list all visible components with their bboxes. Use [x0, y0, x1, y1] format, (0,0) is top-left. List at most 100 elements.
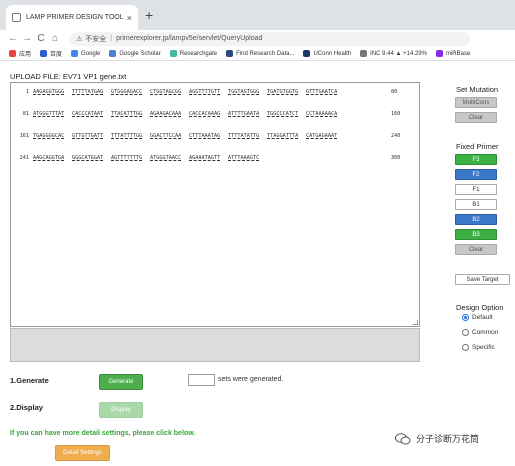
display-step-label: 2.Display: [10, 403, 43, 412]
sequence-block: TGAGGGGCAC: [33, 133, 65, 139]
bookmark-label: Find Research Data...: [236, 50, 295, 57]
generate-step-label: 1.Generate: [10, 376, 49, 385]
bookmark-item[interactable]: UConn Health: [303, 50, 351, 57]
sequence-block: GTTTGAATCA: [306, 89, 338, 95]
sequence-line: 241 AAGCAGGTGA GGGCATGGAT AGTTTTTTTG ATGGGTA…: [11, 155, 401, 161]
resize-grip-icon[interactable]: [413, 320, 418, 325]
detail-settings-button[interactable]: Detail Settings: [55, 445, 110, 461]
sequence-block: AGAAGACAAA: [150, 111, 182, 117]
reload-icon[interactable]: C: [34, 33, 48, 44]
wechat-logo-icon: [395, 432, 411, 444]
new-tab-icon[interactable]: +: [145, 7, 153, 23]
bookmark-item[interactable]: Google: [71, 50, 100, 57]
sequence-line: 81 ATGGGTTTAT CACCCATAAT TTACATTTGG AGAAGACA…: [11, 111, 401, 117]
radio-icon[interactable]: [462, 329, 469, 336]
save-target-button[interactable]: Save Target: [455, 274, 510, 285]
sequence-block: GTTGTTGATT: [72, 133, 104, 139]
sequence-line: 161 TGAGGGGCAC GTTGTTGATT TTTATTTTGG GGACTTC…: [11, 133, 401, 139]
primer-button-b1[interactable]: B1: [455, 199, 497, 210]
bookmark-favicon-icon: [109, 50, 117, 57]
sets-generated-text: sets were generated.: [218, 376, 284, 383]
bookmark-label: INC 9.44 ▲ +14.29%: [370, 50, 427, 57]
multicons-button[interactable]: MultiCons: [455, 97, 497, 108]
bookmark-item[interactable]: 百度: [40, 49, 62, 58]
primer-button-f2[interactable]: F2: [455, 169, 497, 180]
url-input[interactable]: ⚠ 不安全 | primerexplorer.jp/lampv5e/servle…: [70, 31, 470, 46]
bookmark-label: miRBase: [445, 50, 471, 57]
tab-close-icon[interactable]: ×: [127, 13, 132, 23]
bookmark-item[interactable]: Find Research Data...: [226, 50, 294, 57]
bookmark-item[interactable]: 应用: [9, 49, 31, 58]
design-option-default[interactable]: Default: [462, 314, 493, 321]
radio-icon[interactable]: [462, 344, 469, 351]
sequence-start-number: 81: [22, 111, 29, 117]
mutation-clear-button[interactable]: Clear: [455, 112, 497, 123]
bookmark-item[interactable]: Researchgate: [169, 50, 217, 57]
sets-count-field: [188, 374, 215, 386]
design-option-specific[interactable]: Specific: [462, 344, 495, 351]
address-bar-row: ← → C ⌂ ⚠ 不安全 | primerexplorer.jp/lampv5…: [0, 30, 515, 47]
bookmark-label: 应用: [19, 52, 32, 58]
primer-button-b3[interactable]: B3: [455, 229, 497, 240]
fixed-primer-title: Fixed Primer: [456, 142, 499, 151]
sequence-block: TTTATTTTGG: [111, 133, 143, 139]
sequence-textarea[interactable]: 1 AAGAGGTGGG TTTTTATGAG GTGGGAGACC CTGGTAGCG…: [10, 82, 420, 327]
sequence-block: AAGAGGTGGG: [33, 89, 65, 95]
bookmark-item[interactable]: INC 9.44 ▲ +14.29%: [360, 50, 427, 57]
insecure-label: 不安全: [85, 35, 107, 43]
bookmark-item[interactable]: miRBase: [435, 50, 471, 57]
sequence-block: CATGAGAAAT: [306, 133, 338, 139]
sequence-block: ATGGGTTTAT: [33, 111, 65, 117]
sequence-block: AGTTTTTTTG: [111, 155, 143, 161]
sequence-block: AGGTTTTGTT: [189, 89, 221, 95]
generate-button[interactable]: Generate: [99, 374, 143, 390]
bookmarks-bar: 应用 百度 Google Google Scholar Researchgate Find…: [0, 47, 515, 61]
bookmark-favicon-icon: [435, 50, 443, 57]
back-icon[interactable]: ←: [6, 33, 20, 44]
browser-tab[interactable]: LAMP PRIMER DESIGN TOOL ×: [6, 5, 138, 30]
primer-button-f1[interactable]: F1: [455, 184, 497, 195]
sequence-block: TGGTAGTGGG: [228, 89, 260, 95]
design-option-title: Design Option: [456, 303, 504, 312]
detail-settings-note: If you can have more detail settings, pl…: [10, 430, 196, 437]
bookmark-favicon-icon: [226, 50, 234, 57]
design-option-common[interactable]: Common: [462, 329, 498, 336]
sequence-block: TTACATTTGG: [111, 111, 143, 117]
watermark: 分子诊断万花筒: [395, 432, 479, 445]
sequence-block: TTTTTATGAG: [72, 89, 104, 95]
sequence-block: TTAGGATTTA: [267, 133, 299, 139]
sequence-block: CACCACAAAG: [189, 111, 221, 117]
sequence-end-number: 160: [391, 111, 401, 117]
bookmark-favicon-icon: [360, 50, 368, 57]
primer-button-b2[interactable]: B2: [455, 214, 497, 225]
sequence-block: AAGCAGGTGA: [33, 155, 65, 161]
message-panel: [10, 328, 420, 362]
tab-title: LAMP PRIMER DESIGN TOOL: [26, 14, 124, 21]
watermark-text: 分子诊断万花筒: [416, 434, 480, 444]
display-button[interactable]: Display: [99, 402, 143, 418]
bookmark-label: UConn Health: [313, 50, 352, 57]
sequence-block: CTTTAAATAG: [189, 133, 221, 139]
sequence-block: CCTAAAAACA: [306, 111, 338, 117]
sequence-block: TGGCCCATCT: [267, 111, 299, 117]
primer-button-f3[interactable]: F3: [455, 154, 497, 165]
sequence-end-number: 80: [391, 89, 398, 95]
warning-icon: ⚠: [76, 35, 83, 43]
radio-icon[interactable]: [462, 314, 469, 321]
sequence-block: GGACTTCCAA: [150, 133, 182, 139]
home-icon[interactable]: ⌂: [48, 33, 62, 44]
bookmark-item[interactable]: Google Scholar: [109, 50, 161, 57]
bookmark-label: Google: [81, 50, 101, 57]
sequence-block: CACCCATAAT: [72, 111, 104, 117]
primer-button-clear[interactable]: Clear: [455, 244, 497, 255]
sequence-end-number: 240: [391, 133, 401, 139]
bookmark-favicon-icon: [40, 50, 48, 57]
sequence-block: TTTTATATTG: [228, 133, 260, 139]
sequence-block: CTGGTAGCGG: [150, 89, 182, 95]
sequence-start-number: 1: [25, 89, 29, 95]
sequence-end-number: 300: [391, 155, 401, 161]
forward-icon[interactable]: →: [20, 33, 34, 44]
sequence-block: AGAAATAGTT: [189, 155, 221, 161]
sequence-block: TGATGTGGTG: [267, 89, 299, 95]
upload-file-title: UPLOAD FILE: EV71 VP1 gene.txt: [10, 72, 127, 81]
